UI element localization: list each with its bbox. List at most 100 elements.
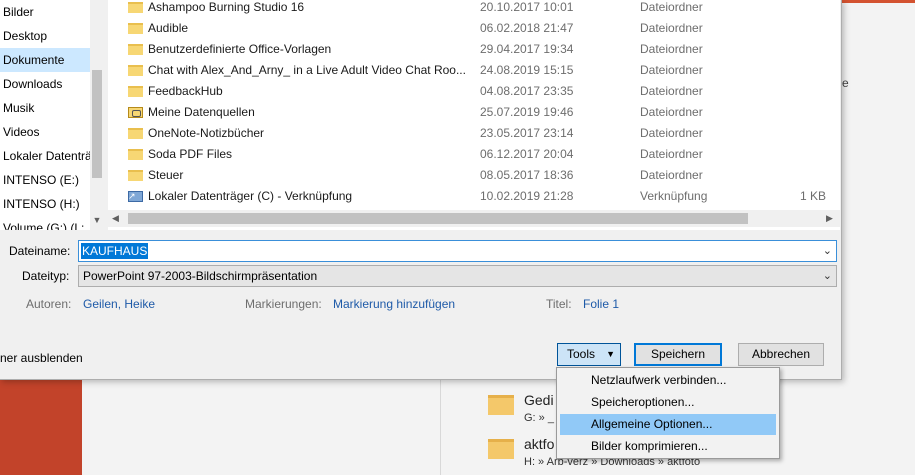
app-side-panel	[0, 370, 82, 475]
file-date: 06.02.2018 21:47	[480, 21, 574, 35]
chevron-down-icon[interactable]: ⌄	[823, 269, 832, 282]
folder-icon	[488, 439, 514, 459]
tags-label: Markierungen:	[245, 297, 322, 311]
title-label: Titel:	[546, 297, 572, 311]
nav-item-musik[interactable]: Musik	[0, 96, 90, 120]
file-type: Verknüpfung	[640, 189, 708, 203]
file-type: Dateiordner	[640, 105, 703, 119]
scroll-right-arrow-icon[interactable]: ▶	[826, 210, 838, 227]
caret-down-icon: ▼	[606, 349, 615, 359]
folder-icon	[128, 170, 143, 181]
file-name: OneNote-Notizbücher	[148, 126, 265, 140]
file-row[interactable]: Chat with Alex_And_Arny_ in a Live Adult…	[108, 60, 840, 81]
save-button[interactable]: Speichern	[634, 343, 722, 366]
nav-item-intenso-h[interactable]: INTENSO (H:)	[0, 192, 90, 216]
save-as-dialog: Bilder Desktop Dokumente Downloads Musik…	[0, 0, 842, 380]
file-list: Ashampoo Burning Studio 16 20.10.2017 10…	[108, 0, 840, 230]
menu-item-save-options[interactable]: Speicheroptionen...	[560, 392, 776, 413]
nav-item-local-drive[interactable]: Lokaler Datenträ	[0, 144, 90, 168]
tags-value[interactable]: Markierung hinzufügen	[333, 297, 455, 311]
file-date: 29.04.2017 19:34	[480, 42, 574, 56]
nav-item-dokumente[interactable]: Dokumente	[0, 48, 90, 72]
folder-icon	[128, 149, 143, 160]
file-row[interactable]: Soda PDF Files 06.12.2017 20:04 Dateiord…	[108, 144, 840, 165]
file-type: Dateiordner	[640, 126, 703, 140]
nav-scrollbar-thumb[interactable]	[92, 70, 102, 178]
filetype-label: Dateityp:	[22, 269, 70, 283]
data-sources-folder-icon	[128, 107, 143, 118]
file-name: Meine Datenquellen	[148, 105, 255, 119]
horizontal-scrollbar-thumb[interactable]	[128, 213, 748, 224]
folder-icon	[128, 86, 143, 97]
chevron-down-icon[interactable]: ⌄	[823, 244, 832, 257]
file-date: 08.05.2017 18:36	[480, 168, 574, 182]
recent-folder-title: Gedi	[524, 392, 554, 408]
filename-combobox[interactable]: KAUFHAUS ⌄	[78, 240, 837, 262]
file-row[interactable]: Steuer 08.05.2017 18:36 Dateiordner	[108, 165, 840, 186]
file-type: Dateiordner	[640, 147, 703, 161]
folder-icon	[128, 2, 143, 13]
folder-icon	[128, 23, 143, 34]
file-name: FeedbackHub	[148, 84, 223, 98]
file-row[interactable]: Meine Datenquellen 25.07.2019 19:46 Date…	[108, 102, 840, 123]
shortcut-icon	[128, 186, 143, 207]
file-name: Chat with Alex_And_Arny_ in a Live Adult…	[148, 63, 466, 77]
navigation-pane: Bilder Desktop Dokumente Downloads Musik…	[0, 0, 104, 230]
file-date: 04.08.2017 23:35	[480, 84, 574, 98]
nav-item-bilder[interactable]: Bilder	[0, 0, 90, 24]
nav-item-downloads[interactable]: Downloads	[0, 72, 90, 96]
tools-menu: Netzlaufwerk verbinden... Speicheroption…	[556, 367, 780, 459]
menu-item-general-options[interactable]: Allgemeine Optionen...	[560, 414, 776, 435]
file-date: 20.10.2017 10:01	[480, 0, 574, 14]
file-row[interactable]: OneNote-Notizbücher 23.05.2017 23:14 Dat…	[108, 123, 840, 144]
folder-icon	[488, 395, 514, 415]
file-row[interactable]: Audible 06.02.2018 21:47 Dateiordner	[108, 18, 840, 39]
file-row[interactable]: FeedbackHub 04.08.2017 23:35 Dateiordner	[108, 81, 840, 102]
file-type: Dateiordner	[640, 63, 703, 77]
file-row[interactable]: Lokaler Datenträger (C) - Verknüpfung 10…	[108, 186, 840, 207]
folder-icon	[128, 65, 143, 76]
file-type: Dateiordner	[640, 21, 703, 35]
scroll-down-arrow-icon[interactable]: ▼	[90, 212, 104, 228]
file-row[interactable]: Benutzerdefinierte Office-Vorlagen 29.04…	[108, 39, 840, 60]
nav-item-desktop[interactable]: Desktop	[0, 24, 90, 48]
file-name: Soda PDF Files	[148, 147, 233, 161]
tools-label: Tools	[567, 347, 596, 361]
file-date: 23.05.2017 23:14	[480, 126, 574, 140]
file-name: Benutzerdefinierte Office-Vorlagen	[148, 42, 332, 56]
file-type: Dateiordner	[640, 0, 703, 14]
filename-label: Dateiname:	[9, 244, 71, 258]
folder-icon	[128, 44, 143, 55]
cancel-button[interactable]: Abbrechen	[738, 343, 824, 366]
nav-item-volume-g[interactable]: Volume (G:) (L:	[0, 216, 90, 230]
recent-folder-path: G: » _	[524, 412, 554, 424]
hide-folders-toggle[interactable]: ner ausblenden	[0, 351, 83, 365]
folder-icon	[128, 128, 143, 139]
file-name: Audible	[148, 21, 189, 35]
recent-folder-title: aktfo	[524, 436, 555, 452]
authors-value[interactable]: Geilen, Heike	[83, 297, 155, 311]
file-name: Lokaler Datenträger (C) - Verknüpfung	[148, 189, 353, 203]
scroll-left-arrow-icon[interactable]: ◀	[112, 210, 124, 227]
file-date: 24.08.2019 15:15	[480, 63, 574, 77]
file-type: Dateiordner	[640, 84, 703, 98]
file-name: Ashampoo Burning Studio 16	[148, 0, 305, 14]
nav-scrollbar[interactable]: ▼	[90, 0, 104, 230]
horizontal-scrollbar[interactable]: ◀ ▶	[108, 210, 840, 227]
file-size: 1 KB	[799, 189, 826, 203]
title-value[interactable]: Folie 1	[583, 297, 619, 311]
file-row[interactable]: Ashampoo Burning Studio 16 20.10.2017 10…	[108, 0, 840, 18]
file-date: 06.12.2017 20:04	[480, 147, 574, 161]
file-date: 25.07.2019 19:46	[480, 105, 574, 119]
filename-input[interactable]: KAUFHAUS	[81, 243, 149, 259]
menu-item-map-network-drive[interactable]: Netzlaufwerk verbinden...	[560, 370, 776, 391]
file-date: 10.02.2019 21:28	[480, 189, 574, 203]
menu-item-compress-pictures[interactable]: Bilder komprimieren...	[560, 436, 776, 457]
nav-item-intenso-e[interactable]: INTENSO (E:)	[0, 168, 90, 192]
file-name: Steuer	[148, 168, 184, 182]
tools-button[interactable]: Tools ▼	[557, 343, 621, 366]
authors-label: Autoren:	[26, 297, 72, 311]
filetype-select[interactable]: PowerPoint 97-2003-Bildschirmpräsentatio…	[78, 265, 837, 287]
file-type: Dateiordner	[640, 168, 703, 182]
nav-item-videos[interactable]: Videos	[0, 120, 90, 144]
